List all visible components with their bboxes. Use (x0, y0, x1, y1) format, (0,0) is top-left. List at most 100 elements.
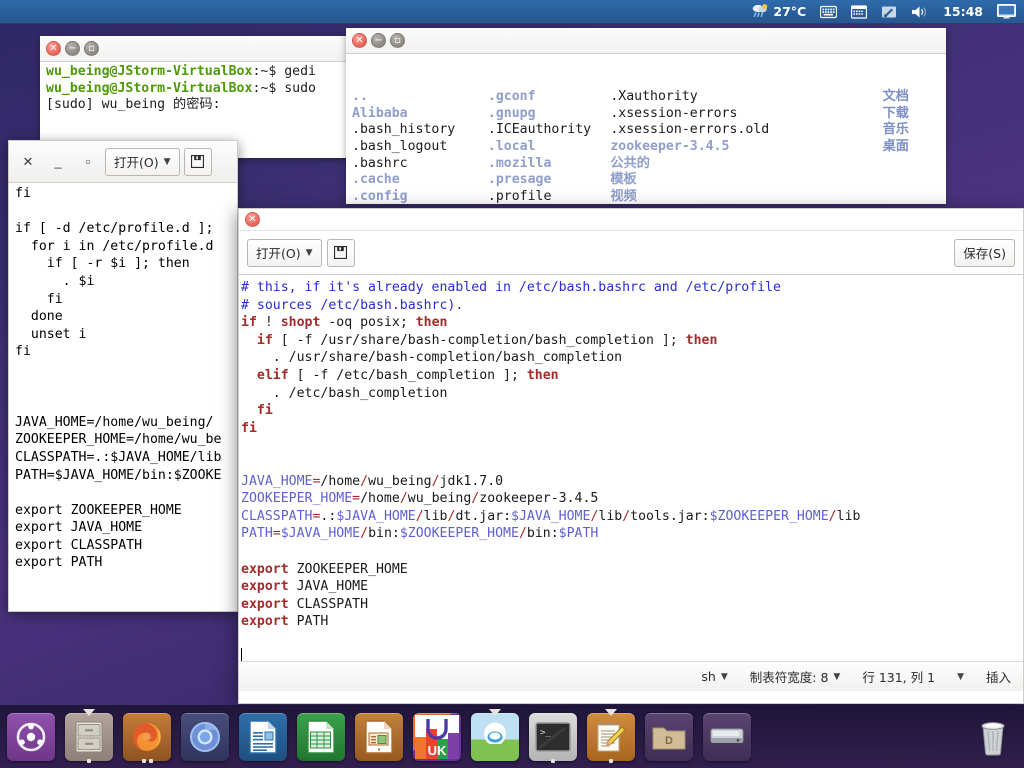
gedit-front-headerbar: 打开(O) ▼ 保存(S) (239, 231, 1023, 275)
list-item: .local (487, 138, 536, 154)
code-line: PATH=$JAVA_HOME/bin:$ZOOKE (15, 467, 222, 483)
save-button-label: 保存(S) (963, 246, 1006, 261)
code-line: if [ -f /usr/share/bash-completion/bash_… (256, 332, 718, 348)
dock-item-downloads-folder[interactable]: D (642, 710, 696, 764)
minimize-icon[interactable]: − (65, 41, 80, 56)
language-selector[interactable]: sh ▼ (701, 669, 727, 684)
ubuntu-logo-icon (7, 712, 55, 761)
code-line: fi (15, 186, 31, 201)
code-line: export CLASSPATH (15, 537, 143, 553)
clock-label[interactable]: 15:48 (941, 0, 985, 24)
dock-item-terminal[interactable]: >_ (526, 710, 580, 764)
open-button-label: 打开(O) (256, 246, 301, 261)
code-line: for i in /etc/profile.d (15, 238, 214, 254)
command-text: gedi (284, 64, 316, 79)
code-line: export PATH (241, 614, 329, 630)
code-line: CLASSPATH=.:$JAVA_HOME/lib (15, 449, 222, 465)
robot-assistant-icon (471, 712, 519, 761)
code-line: ZOOKEEPER_HOME=/home/wu_be (15, 432, 222, 448)
running-indicator-2 (149, 758, 153, 763)
code-line: # sources /etc/bash.bashrc). (241, 297, 464, 313)
tab-width-selector[interactable]: 制表符宽度: 8 ▼ (750, 667, 841, 686)
maximize-icon[interactable]: ▫ (390, 33, 405, 48)
dock-item-ubuntu-kylin-software-center[interactable]: UK (410, 710, 464, 764)
statusbar-extra-menu[interactable]: ▼ (957, 672, 964, 682)
keyboard-icon[interactable] (818, 0, 839, 24)
dock-item-libreoffice-impress[interactable] (352, 710, 406, 764)
code-line: . /etc/bash_completion (241, 385, 448, 401)
minimize-icon[interactable]: − (371, 33, 386, 48)
gedit-front-titlebar[interactable]: ✕ (239, 209, 1023, 231)
list-item: Alibaba (352, 105, 408, 121)
input-method-icon[interactable] (879, 0, 899, 24)
terminal-window-back-right[interactable]: ✕ − ▫ .. Alibaba .bash_history .bash_log… (346, 28, 946, 204)
dock-item-libreoffice-calc[interactable] (294, 710, 348, 764)
code-line: fi (15, 291, 63, 307)
dock-item-youker-assistant[interactable] (468, 708, 522, 764)
save-button[interactable]: 保存(S) (954, 238, 1015, 267)
open-button[interactable]: 打开(O) ▼ (105, 147, 180, 176)
listing-column-2: .gconf .gnupg .ICEauthority .local .mozi… (488, 89, 610, 204)
list-item: .presage (487, 172, 552, 188)
insert-mode-indicator[interactable]: 插入 (986, 667, 1011, 686)
dock-item-firefox[interactable] (120, 710, 174, 764)
close-icon[interactable]: ✕ (245, 212, 260, 227)
running-indicator (87, 758, 91, 763)
dock-item-trash[interactable] (966, 710, 1020, 764)
list-item: .gconf (487, 89, 536, 105)
dock-item-ubuntu-dash[interactable] (4, 710, 58, 764)
terminal-back-left-titlebar[interactable]: ✕ − ▫ (40, 36, 370, 62)
terminal-back-right-output[interactable]: .. Alibaba .bash_history .bash_logout .b… (346, 54, 946, 204)
list-item: .. (352, 89, 368, 105)
list-item: .Xauthority (610, 89, 698, 105)
code-line: . $i (15, 273, 95, 289)
code-line: fi (256, 403, 273, 419)
dock-item-disk-drive[interactable] (700, 710, 754, 764)
listing-column-1: .. Alibaba .bash_history .bash_logout .b… (352, 89, 488, 204)
gedit-front-editor[interactable]: # this, if it's already enabled in /etc/… (239, 275, 1023, 661)
maximize-icon[interactable]: ▫ (84, 41, 99, 56)
running-indicator (142, 758, 146, 763)
minimize-icon[interactable]: _ (45, 149, 71, 175)
volume-icon[interactable] (909, 0, 931, 24)
chevron-down-icon: ▼ (833, 671, 841, 682)
code-line: done (15, 309, 63, 325)
close-icon[interactable]: ✕ (352, 33, 367, 48)
command-text: sudo (284, 80, 316, 96)
list-item: 下载 (882, 105, 909, 121)
dock-item-libreoffice-writer[interactable] (236, 710, 290, 764)
display-icon[interactable] (995, 0, 1018, 24)
text-cursor (241, 648, 242, 661)
code-line: if ! shopt -oq posix; then (241, 315, 448, 331)
list-item: .profile (487, 188, 552, 204)
chevron-down-icon: ▼ (720, 671, 728, 682)
maximize-icon[interactable]: ▫ (75, 149, 101, 175)
list-item: .ICEauthority (487, 122, 592, 138)
list-item: .gnupg (487, 105, 536, 121)
dock-item-chromium[interactable] (178, 710, 232, 764)
gedit-window-back[interactable]: ✕ _ ▫ 打开(O) ▼ fi if [ -d /etc/profile.d … (8, 140, 238, 612)
list-item: 视频 (610, 188, 637, 204)
save-button[interactable] (183, 147, 212, 176)
save-icon-button[interactable] (326, 238, 355, 267)
temperature-label: 27°C (773, 4, 807, 19)
terminal-icon: >_ (529, 712, 577, 761)
calendar-icon[interactable] (849, 0, 869, 24)
open-button[interactable]: 打开(O) ▼ (247, 238, 322, 267)
shell-prompt: wu_being@JStorm-VirtualBox (46, 64, 253, 79)
dock-item-gedit[interactable] (584, 708, 638, 764)
running-indicator (609, 758, 613, 763)
presentation-icon (355, 712, 403, 761)
active-window-arrow-icon (489, 708, 501, 716)
code-line: fi (15, 344, 31, 360)
close-icon[interactable]: ✕ (15, 149, 41, 175)
terminal-back-right-titlebar[interactable]: ✕ − ▫ (346, 28, 946, 54)
gedit-back-editor[interactable]: fi if [ -d /etc/profile.d ]; for i in /e… (9, 183, 237, 611)
prompt-separator: :~$ (252, 64, 285, 79)
weather-indicator[interactable]: 27°C (749, 0, 808, 24)
list-item: .bash_history (352, 122, 456, 138)
open-button-label: 打开(O) (114, 155, 159, 170)
close-icon[interactable]: ✕ (46, 41, 61, 56)
dock-item-file-manager[interactable] (62, 708, 116, 764)
gedit-window-front[interactable]: ✕ 打开(O) ▼ 保存(S) # this, if it's already … (238, 208, 1024, 704)
